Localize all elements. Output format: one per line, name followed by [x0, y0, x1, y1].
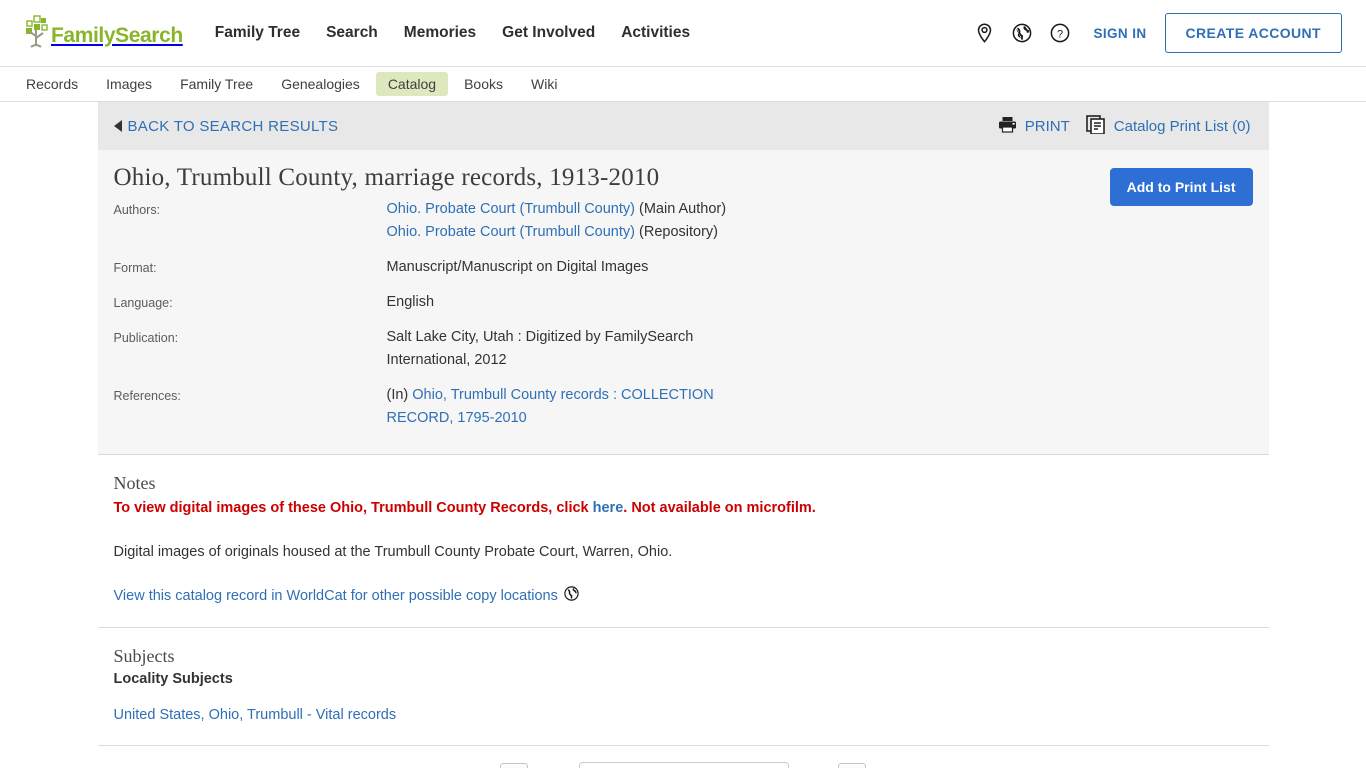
- notes-here-link[interactable]: here: [593, 500, 624, 516]
- metadata-label: Publication:: [113, 331, 179, 345]
- print-label: PRINT: [1024, 117, 1070, 135]
- metadata-row-language: Language: English: [114, 291, 1251, 314]
- metadata-value: Ohio. Probate Court (Trumbull County) (M…: [387, 198, 727, 244]
- top-header: FamilySearch Family Tree Search Memories…: [0, 0, 1366, 66]
- subnav-item-images[interactable]: Images: [94, 72, 164, 96]
- metadata-value: (In) Ohio, Trumbull County records : COL…: [387, 384, 752, 430]
- metadata-row-publication: Publication: Salt Lake City, Utah : Digi…: [114, 326, 1251, 372]
- worldcat-label: View this catalog record in WorldCat for…: [113, 587, 558, 604]
- author-link-repository[interactable]: Ohio. Probate Court (Trumbull County): [387, 224, 635, 240]
- author-role: (Main Author): [634, 201, 727, 217]
- globe-icon[interactable]: [1003, 18, 1041, 48]
- metadata-row-format: Format: Manuscript/Manuscript on Digital…: [114, 256, 1251, 279]
- back-link-label: BACK TO SEARCH RESULTS: [127, 117, 339, 135]
- subnav-item-genealogies[interactable]: Genealogies: [269, 72, 372, 96]
- subnav-item-books[interactable]: Books: [452, 72, 515, 96]
- left-caret-icon: [113, 120, 122, 132]
- location-pin-icon[interactable]: [965, 18, 1003, 48]
- document-list-icon: [1085, 114, 1106, 138]
- printer-icon: [998, 116, 1017, 137]
- reference-link[interactable]: Ohio, Trumbull County records : COLLECTI…: [387, 387, 714, 426]
- print-button[interactable]: PRINT: [998, 116, 1070, 137]
- author-role: (Repository): [634, 224, 718, 240]
- subjects-section: Subjects Locality Subjects United States…: [97, 628, 1269, 746]
- author-line: Ohio. Probate Court (Trumbull County) (R…: [387, 221, 727, 244]
- print-actions: PRINT Catalog Print List (0): [998, 114, 1251, 138]
- notes-plain-text: Digital images of originals housed at th…: [113, 544, 673, 560]
- notes-alert: To view digital images of these Ohio, Tr…: [114, 498, 1253, 518]
- previous-page-button[interactable]: <: [499, 763, 528, 768]
- add-to-print-list-button[interactable]: Add to Print List: [1109, 168, 1253, 206]
- metadata-row-references: References: (In) Ohio, Trumbull County r…: [114, 384, 1251, 430]
- create-account-button[interactable]: CREATE ACCOUNT: [1164, 13, 1342, 53]
- notes-alert-after: . Not available on microfilm.: [623, 500, 816, 516]
- record-metadata-panel: Ohio, Trumbull County, marriage records,…: [97, 150, 1269, 455]
- nav-item-family-tree[interactable]: Family Tree: [215, 24, 300, 42]
- familysearch-logo[interactable]: FamilySearch: [22, 15, 189, 51]
- notes-heading: Notes: [113, 473, 156, 493]
- pagination-controls: < Page of 3 >: [98, 746, 1269, 768]
- catalog-print-list-label: Catalog Print List (0): [1113, 117, 1251, 135]
- print-toolbar: BACK TO SEARCH RESULTS PRINT Catalog Pri…: [97, 102, 1269, 150]
- page-number-input[interactable]: [579, 762, 790, 768]
- subnav-item-family-tree[interactable]: Family Tree: [168, 72, 265, 96]
- metadata-label: Format:: [113, 261, 157, 275]
- subject-link[interactable]: United States, Ohio, Trumbull - Vital re…: [114, 707, 1253, 723]
- next-page-button[interactable]: >: [838, 763, 867, 768]
- subnav-item-records[interactable]: Records: [14, 72, 90, 96]
- metadata-value: Salt Lake City, Utah : Digitized by Fami…: [386, 329, 694, 368]
- sign-in-link[interactable]: SIGN IN: [1093, 26, 1146, 41]
- nav-item-memories[interactable]: Memories: [404, 24, 476, 42]
- primary-nav: Family Tree Search Memories Get Involved…: [215, 24, 690, 42]
- reference-prefix: (In): [386, 387, 413, 403]
- nav-item-search[interactable]: Search: [326, 24, 378, 42]
- subnav-item-catalog[interactable]: Catalog: [375, 72, 449, 96]
- notes-alert-before: To view digital images of these Ohio, Tr…: [113, 500, 593, 516]
- metadata-row-authors: Authors: Ohio. Probate Court (Trumbull C…: [114, 198, 1251, 244]
- author-link-main[interactable]: Ohio. Probate Court (Trumbull County): [387, 201, 635, 217]
- content-container: BACK TO SEARCH RESULTS PRINT Catalog Pri…: [97, 102, 1269, 768]
- author-line: Ohio. Probate Court (Trumbull County) (M…: [387, 198, 727, 221]
- page-title: Ohio, Trumbull County, marriage records,…: [113, 164, 660, 191]
- header-actions: ? SIGN IN CREATE ACCOUNT: [965, 13, 1342, 53]
- logo-text: FamilySearch: [51, 24, 183, 47]
- metadata-label: Language:: [113, 296, 173, 310]
- help-question-icon[interactable]: ?: [1041, 18, 1079, 48]
- subjects-heading: Subjects: [113, 646, 175, 666]
- metadata-value: Manuscript/Manuscript on Digital Images: [386, 259, 649, 275]
- nav-item-get-involved[interactable]: Get Involved: [502, 24, 595, 42]
- worldcat-link[interactable]: View this catalog record in WorldCat for…: [114, 586, 579, 605]
- page-body: BACK TO SEARCH RESULTS PRINT Catalog Pri…: [0, 102, 1366, 768]
- globe-icon: [564, 586, 579, 605]
- nav-item-activities[interactable]: Activities: [621, 24, 690, 42]
- subnav-item-wiki[interactable]: Wiki: [519, 72, 569, 96]
- metadata-value: English: [386, 294, 435, 310]
- secondary-nav: Records Images Family Tree Genealogies C…: [0, 66, 1366, 102]
- metadata-label: Authors:: [113, 203, 161, 217]
- notes-section: Notes To view digital images of these Oh…: [97, 455, 1269, 628]
- svg-text:?: ?: [1057, 29, 1063, 41]
- metadata-label: References:: [113, 389, 181, 403]
- back-to-search-results-link[interactable]: BACK TO SEARCH RESULTS: [113, 117, 339, 135]
- catalog-print-list-button[interactable]: Catalog Print List (0): [1085, 114, 1251, 138]
- locality-subjects-subheading: Locality Subjects: [113, 671, 233, 687]
